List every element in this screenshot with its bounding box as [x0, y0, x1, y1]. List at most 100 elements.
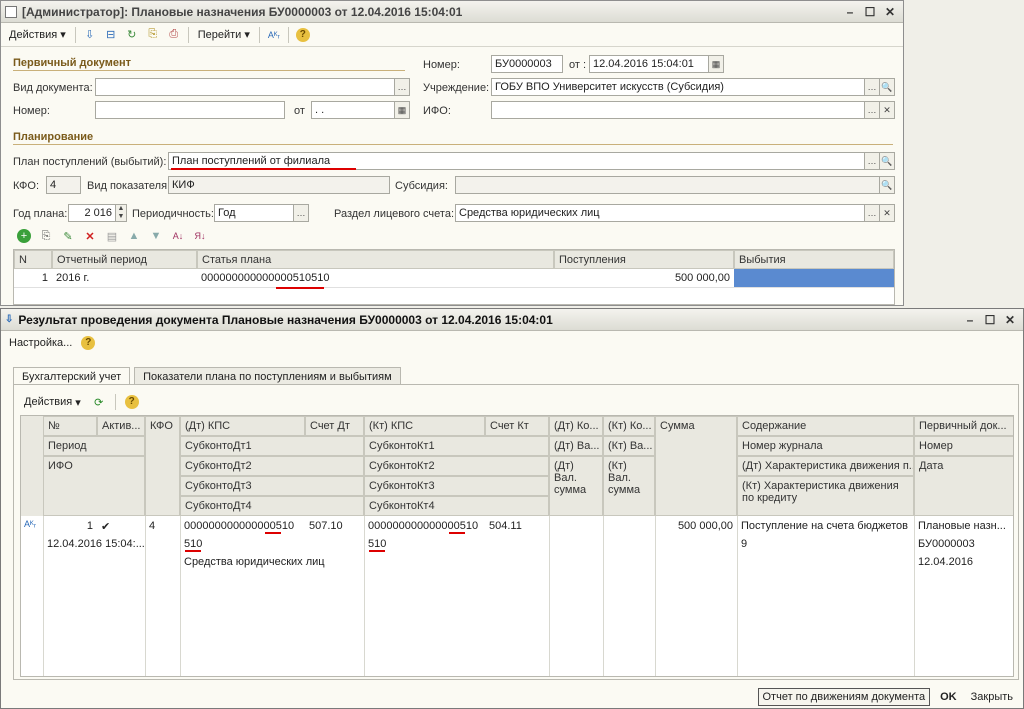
refresh-icon[interactable]: ↻: [123, 26, 141, 44]
col-header-kt-curr-sum[interactable]: (Кт) Вал. сумма: [603, 456, 655, 516]
col-header-sum[interactable]: Сумма: [655, 416, 737, 516]
calendar-icon[interactable]: ▦: [708, 55, 724, 73]
year-field[interactable]: 2 016: [68, 204, 116, 222]
print-doc-icon[interactable]: ⎙: [165, 26, 183, 44]
col-header-journal[interactable]: Номер журнала: [737, 436, 914, 456]
ifo-field[interactable]: [491, 101, 865, 119]
actions-menu[interactable]: Действия ▾: [5, 28, 70, 42]
col-header-subkonto-dt1[interactable]: СубконтоДт1: [180, 436, 364, 456]
add-row-icon[interactable]: +: [15, 227, 33, 245]
table-row[interactable]: Aᴷᵣ 1 ✔ 12.04.2016 15:04:... 4 000000000…: [21, 516, 1013, 580]
doc-type-field[interactable]: [95, 78, 395, 96]
col-header-subkonto-dt3[interactable]: СубконтоДт3: [180, 476, 364, 496]
clear-icon[interactable]: ✕: [879, 204, 895, 222]
table-row[interactable]: 1 2016 г. 000000000000000510510 500 000,…: [14, 269, 894, 288]
indicator-field[interactable]: КИФ: [168, 176, 390, 194]
header-number-field[interactable]: БУ0000003: [491, 55, 563, 73]
maximize-button[interactable]: ☐: [861, 4, 879, 20]
calendar-icon[interactable]: ▦: [394, 101, 410, 119]
number-field[interactable]: [95, 101, 285, 119]
col-header-outgo[interactable]: Выбытия: [734, 250, 894, 269]
institution-field[interactable]: ГОБУ ВПО Университет искусств (Субсидия): [491, 78, 865, 96]
col-header-subkonto-kt4[interactable]: СубконтоКт4: [364, 496, 549, 516]
col-header-subkonto-dt2[interactable]: СубконтоДт2: [180, 456, 364, 476]
col-header-dt-movement[interactable]: (Дт) Характеристика движения п...: [737, 456, 914, 476]
col-header-subkonto-kt3[interactable]: СубконтоКт3: [364, 476, 549, 496]
subsidy-field[interactable]: [455, 176, 880, 194]
col-header-kt-account[interactable]: Счет Кт: [485, 416, 549, 436]
close-button[interactable]: ✕: [881, 4, 899, 20]
from-date-field[interactable]: . .: [311, 101, 395, 119]
account-section-field[interactable]: Средства юридических лиц: [455, 204, 865, 222]
col-header-dt-currency[interactable]: (Дт) Ва...: [549, 436, 603, 456]
search-icon[interactable]: 🔍: [879, 78, 895, 96]
sort-desc-icon[interactable]: Я↓: [191, 227, 209, 245]
col-header-kt-currency[interactable]: (Кт) Ва...: [603, 436, 655, 456]
col-header-dt-curr-sum[interactable]: (Дт) Вал. сумма: [549, 456, 603, 516]
col-header-primary-date[interactable]: Дата: [914, 456, 1013, 516]
doc-type-select-button[interactable]: …: [394, 78, 410, 96]
document-title-bar: [Администратор]: Плановые назначения БУ0…: [1, 1, 903, 23]
unpost-icon[interactable]: ⊟: [102, 26, 120, 44]
col-header-kt-movement[interactable]: (Кт) Характеристика движения по кредиту: [737, 476, 914, 516]
periodicity-field[interactable]: Год: [214, 204, 294, 222]
cell-outgo[interactable]: [734, 269, 894, 287]
col-header-num[interactable]: №: [43, 416, 97, 436]
minimize-button[interactable]: –: [841, 4, 859, 20]
ok-button[interactable]: OK: [936, 689, 961, 705]
search-icon[interactable]: 🔍: [879, 152, 895, 170]
cell-article: 000000000000000510510: [201, 272, 330, 284]
col-header-dt-account[interactable]: Счет Дт: [305, 416, 364, 436]
move-up-icon[interactable]: ▲: [125, 227, 143, 245]
col-header-article[interactable]: Статья плана: [197, 250, 554, 269]
post-icon[interactable]: ⇩: [81, 26, 99, 44]
col-header-ifo[interactable]: ИФО: [43, 456, 145, 516]
movement-report-button[interactable]: Отчет по движениям документа: [757, 688, 931, 706]
kfo-field[interactable]: 4: [46, 176, 81, 194]
col-header-period[interactable]: Отчетный период: [52, 250, 197, 269]
end-edit-icon[interactable]: ▤: [103, 227, 121, 245]
col-header-primary-number[interactable]: Номер: [914, 436, 1013, 456]
close-button[interactable]: ✕: [1001, 312, 1019, 328]
col-header-kt-kps[interactable]: (Кт) КПС: [364, 416, 485, 436]
sort-asc-icon[interactable]: A↓: [169, 227, 187, 245]
goto-menu[interactable]: Перейти ▾: [194, 28, 254, 42]
clear-icon[interactable]: ✕: [879, 101, 895, 119]
col-header-kt-qty[interactable]: (Кт) Ко...: [603, 416, 655, 436]
col-header-income[interactable]: Поступления: [554, 250, 734, 269]
col-header-dt-kps[interactable]: (Дт) КПС: [180, 416, 305, 436]
maximize-button[interactable]: ☐: [981, 312, 999, 328]
col-header-subkonto-kt2[interactable]: СубконтоКт2: [364, 456, 549, 476]
col-header-dt-qty[interactable]: (Дт) Ко...: [549, 416, 603, 436]
plan-select-button[interactable]: …: [864, 152, 880, 170]
close-dialog-button[interactable]: Закрыть: [967, 689, 1017, 705]
col-header-period[interactable]: Период: [43, 436, 145, 456]
ifo-select-button[interactable]: …: [864, 101, 880, 119]
col-header-subkonto-dt4[interactable]: СубконтоДт4: [180, 496, 364, 516]
col-header-n[interactable]: N: [14, 250, 52, 269]
copy-doc-icon[interactable]: ⎘: [144, 26, 162, 44]
year-stepper[interactable]: ▲ ▼: [115, 204, 127, 222]
periodicity-select-button[interactable]: …: [293, 204, 309, 222]
settings-button[interactable]: Настройка...: [5, 337, 76, 349]
col-header-kfo[interactable]: КФО: [145, 416, 180, 516]
delete-row-icon[interactable]: ✕: [81, 227, 99, 245]
col-header-subkonto-kt1[interactable]: СубконтоКт1: [364, 436, 549, 456]
help-icon[interactable]: ?: [123, 393, 141, 411]
help-icon[interactable]: ?: [294, 26, 312, 44]
grid-actions-menu[interactable]: Действия ▾: [20, 396, 85, 409]
move-down-icon[interactable]: ▼: [147, 227, 165, 245]
col-header-content[interactable]: Содержание: [737, 416, 914, 436]
dt-kt-icon[interactable]: Aᴷᵣ: [265, 26, 283, 44]
header-date-field[interactable]: 12.04.2016 15:04:01: [589, 55, 709, 73]
refresh-icon[interactable]: ⟳: [90, 393, 108, 411]
edit-row-icon[interactable]: ✎: [59, 227, 77, 245]
col-header-active[interactable]: Актив...: [97, 416, 145, 436]
help-icon[interactable]: ?: [79, 334, 97, 352]
account-select-button[interactable]: …: [864, 204, 880, 222]
col-header-primary-doc[interactable]: Первичный док...: [914, 416, 1013, 436]
copy-row-icon[interactable]: ⎘: [37, 227, 55, 245]
minimize-button[interactable]: –: [961, 312, 979, 328]
institution-select-button[interactable]: …: [864, 78, 880, 96]
search-icon[interactable]: 🔍: [879, 176, 895, 194]
